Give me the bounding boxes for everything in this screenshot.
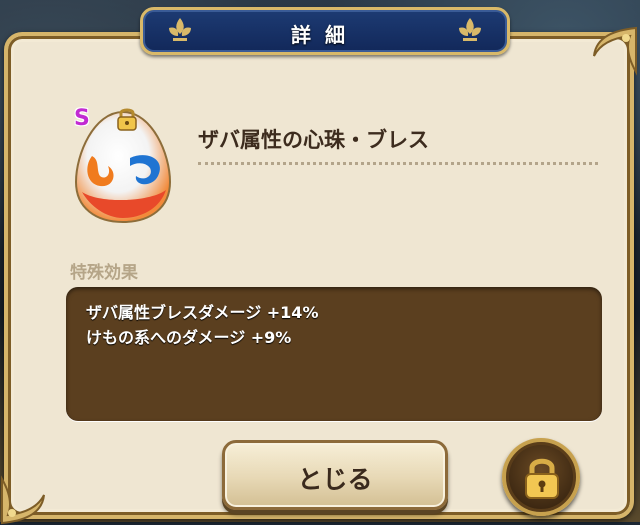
lock-toggle-button[interactable] [502, 438, 580, 516]
rank-badge: S [74, 106, 90, 131]
fleur-de-lis-icon [459, 18, 481, 41]
effects-heading: 特殊効果 [70, 263, 138, 283]
lock-icon [117, 108, 137, 131]
divider [198, 162, 598, 165]
padlock-icon [525, 458, 559, 499]
close-button[interactable]: とじる [222, 440, 448, 510]
close-button-label: とじる [297, 465, 373, 494]
effects-box: ザバ属性ブレスダメージ +14% けもの系へのダメージ +9% [66, 287, 602, 421]
effect-line: ザバ属性ブレスダメージ +14% [86, 303, 319, 322]
effect-line: けもの系へのダメージ +9% [86, 328, 292, 347]
title-plate: 詳細 [140, 7, 510, 55]
corner-ornament-icon [0, 473, 52, 525]
detail-dialog: S ザバ属性の心珠・ブレス 特殊効果 ザバ属性ブレスダメージ +14% けもの系… [1, 26, 637, 525]
item-name: ザバ属性の心珠・ブレス [198, 128, 429, 152]
dialog-title: 詳細 [291, 23, 359, 47]
corner-ornament-icon [586, 26, 638, 78]
